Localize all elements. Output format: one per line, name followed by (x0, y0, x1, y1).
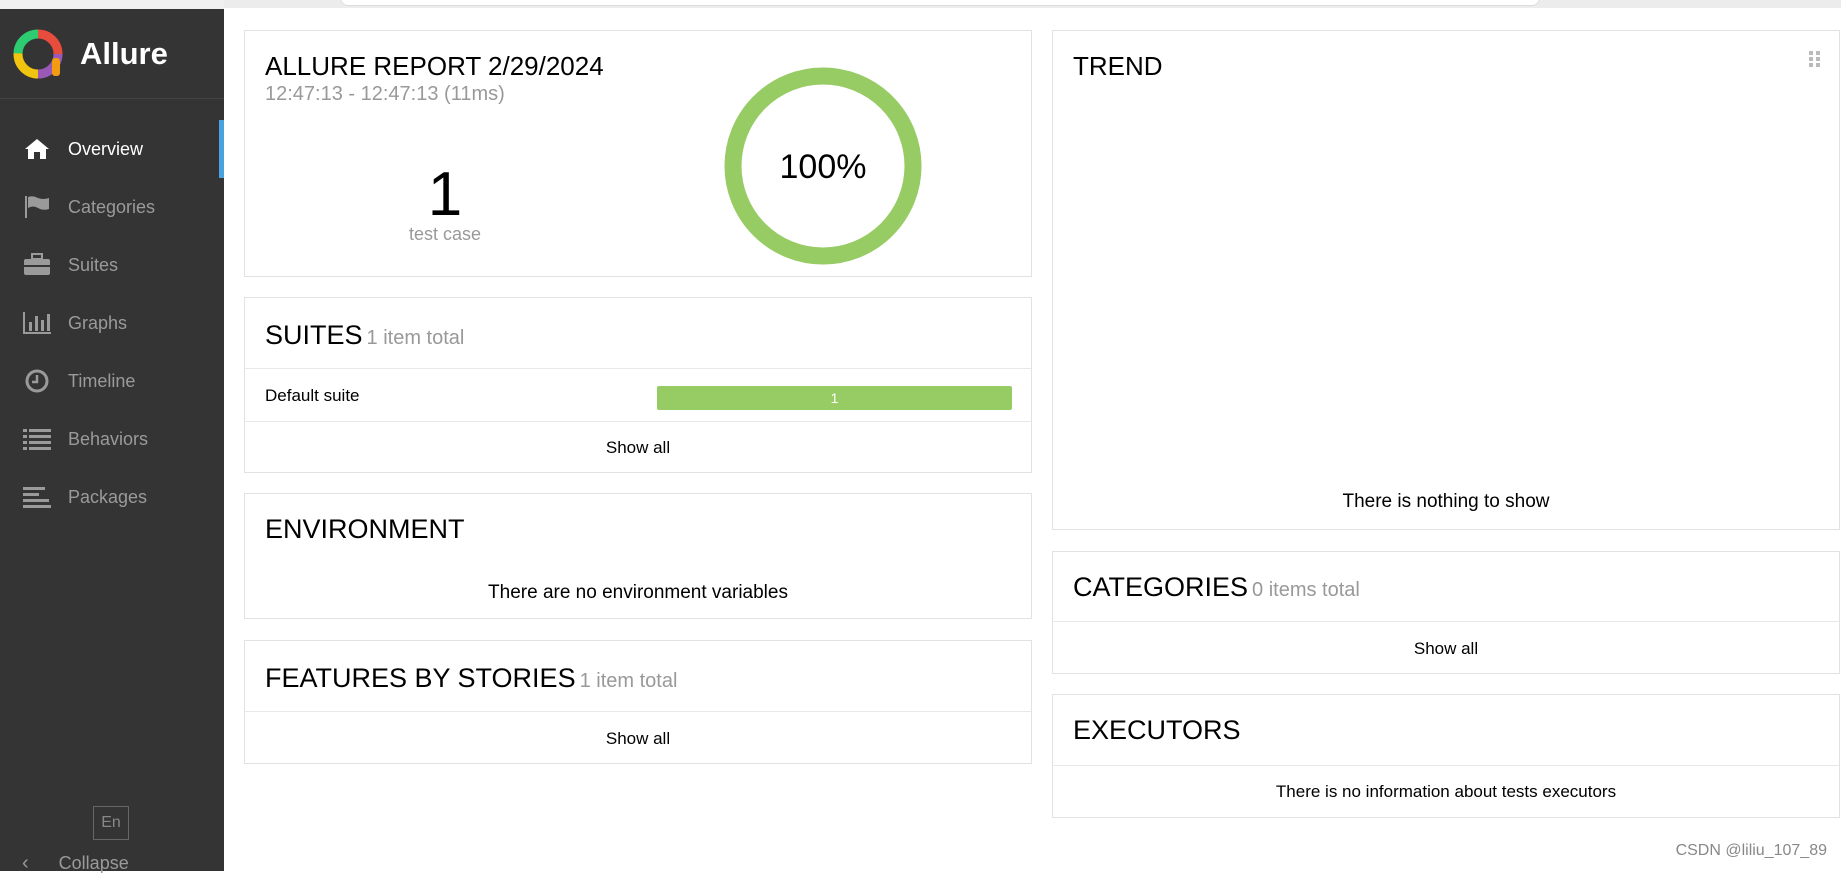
divider (1053, 765, 1839, 766)
sidebar-item-label: Behaviors (68, 428, 149, 449)
suites-count: 1 item total (366, 327, 465, 349)
features-count: 1 item total (579, 670, 678, 692)
clock-icon (22, 368, 52, 394)
list-icon (22, 426, 52, 452)
sidebar-item-label: Timeline (68, 370, 136, 391)
bar-chart-icon (22, 310, 52, 336)
sidebar-item-label: Categories (68, 196, 156, 217)
suite-passed-bar[interactable]: 1 (657, 386, 1012, 410)
sidebar-item-timeline[interactable]: Timeline (0, 352, 224, 410)
environment-widget: ENVIRONMENT There are no environment var… (244, 493, 1032, 619)
summary-widget: ALLURE REPORT 2/29/2024 12:47:13 - 12:47… (244, 30, 1032, 277)
features-widget: FEATURES BY STORIES 1 item total Show all (244, 640, 1032, 764)
trend-title: TREND (1073, 51, 1163, 81)
report-title: ALLURE REPORT 2/29/2024 (265, 51, 604, 81)
watermark: CSDN @liliu_107_89 (1675, 842, 1827, 859)
sidebar-item-packages[interactable]: Packages (0, 468, 224, 526)
sidebar-nav: Overview Categories Suites Graphs Timeli… (0, 120, 224, 526)
test-count-label: test case (408, 224, 482, 244)
suites-title: SUITES 1 item total (265, 320, 464, 351)
sidebar: Allure Overview Categories Suites Graphs (0, 0, 224, 874)
features-title: FEATURES BY STORIES 1 item total (265, 663, 677, 694)
divider (245, 421, 1031, 422)
sidebar-item-suites[interactable]: Suites (0, 236, 224, 294)
features-title-text: FEATURES BY STORIES (265, 663, 576, 693)
address-bar (340, 0, 1540, 6)
executors-widget: EXECUTORS There is no information about … (1052, 694, 1840, 818)
features-show-all-link[interactable]: Show all (245, 729, 1031, 749)
trend-widget: TREND There is nothing to show (1052, 30, 1840, 530)
flag-icon (22, 194, 52, 220)
categories-widget: CATEGORIES 0 items total Show all (1052, 551, 1840, 674)
categories-title: CATEGORIES 0 items total (1073, 572, 1360, 603)
executors-empty-message: There is no information about tests exec… (1275, 782, 1617, 801)
suite-name: Default suite (265, 386, 360, 405)
sidebar-top-gap (0, 0, 224, 9)
drag-handle-icon[interactable] (1809, 51, 1821, 72)
sidebar-item-label: Suites (68, 254, 119, 275)
environment-title: ENVIRONMENT (265, 514, 465, 544)
pass-rate-percent: 100% (780, 148, 867, 186)
environment-empty-message: There are no environment variables (488, 582, 788, 603)
sidebar-item-label: Overview (68, 138, 144, 159)
categories-title-text: CATEGORIES (1073, 572, 1249, 602)
pass-rate-donut[interactable]: 100% (722, 65, 924, 272)
divider (1053, 621, 1839, 622)
align-left-icon (22, 484, 52, 510)
brand[interactable]: Allure (0, 9, 224, 99)
sidebar-item-behaviors[interactable]: Behaviors (0, 410, 224, 468)
report-time: 12:47:13 - 12:47:13 (11ms) (265, 83, 505, 105)
briefcase-icon (22, 252, 52, 278)
test-count: 1 (427, 160, 463, 229)
suites-title-text: SUITES (265, 320, 363, 350)
categories-count: 0 items total (1252, 579, 1360, 601)
allure-logo-icon (13, 29, 63, 78)
sidebar-item-overview[interactable]: Overview (0, 120, 224, 178)
trend-empty-message: There is nothing to show (1342, 491, 1550, 512)
browser-top-bar (190, 0, 1841, 8)
divider (245, 711, 1031, 712)
sidebar-item-label: Graphs (68, 312, 128, 333)
sidebar-item-label: Packages (68, 486, 148, 507)
categories-show-all-link[interactable]: Show all (1053, 639, 1839, 659)
executors-title: EXECUTORS (1073, 715, 1241, 745)
collapse-button[interactable]: ‹ Collapse (22, 852, 129, 875)
chevron-left-icon: ‹ (22, 852, 29, 874)
divider (245, 368, 1031, 369)
sidebar-item-graphs[interactable]: Graphs (0, 294, 224, 352)
suites-widget: SUITES 1 item total Default suite 1 Show … (244, 297, 1032, 473)
brand-name: Allure (80, 35, 168, 71)
suites-show-all-link[interactable]: Show all (245, 438, 1031, 458)
sidebar-item-categories[interactable]: Categories (0, 178, 224, 236)
language-button[interactable]: En (93, 806, 129, 840)
home-icon (22, 136, 52, 162)
